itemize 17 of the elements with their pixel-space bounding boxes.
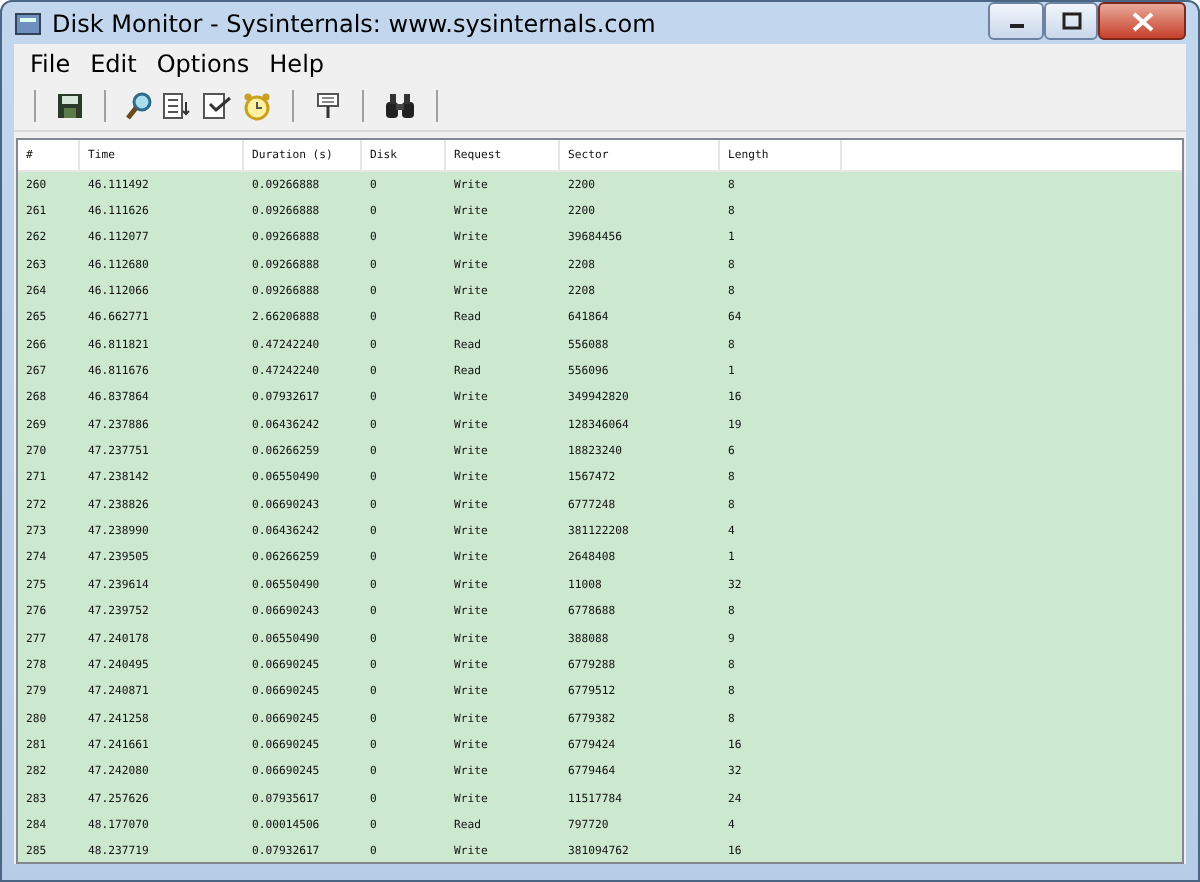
menu-item[interactable]: Options (148, 49, 258, 77)
edit-document-icon[interactable] (202, 92, 234, 120)
menu-item[interactable]: Edit (82, 49, 145, 77)
app-icon (14, 9, 42, 37)
save-icon[interactable] (56, 92, 84, 120)
window-title: Disk Monitor - Sysinternals: www.sysinternals.com (52, 9, 658, 37)
close-icon (1131, 11, 1153, 31)
close-button[interactable] (1098, 2, 1186, 40)
menu-item[interactable]: File (22, 49, 79, 77)
minimize-button[interactable] (988, 2, 1044, 40)
maximize-icon (1061, 12, 1081, 30)
search-icon[interactable] (126, 92, 154, 120)
alarm-clock-icon[interactable] (242, 91, 272, 121)
binoculars-icon[interactable] (384, 92, 416, 120)
menu-item[interactable]: Help (261, 49, 333, 77)
maximize-button[interactable] (1044, 2, 1098, 40)
document-icon[interactable] (162, 92, 194, 120)
